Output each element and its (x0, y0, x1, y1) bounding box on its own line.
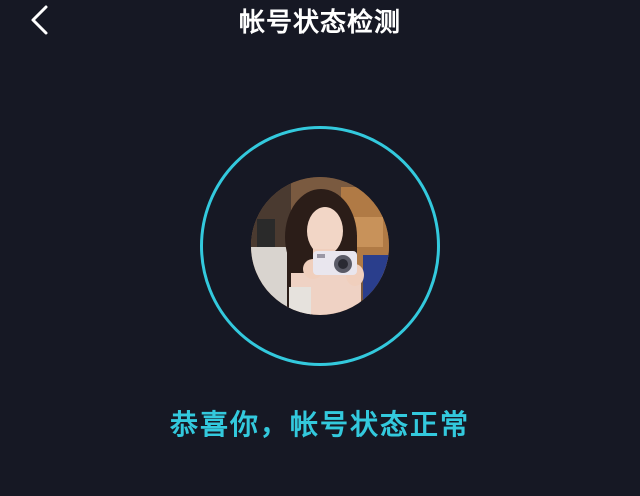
avatar-image (251, 177, 389, 315)
status-message: 恭喜你，帐号状态正常 (169, 408, 470, 441)
avatar (251, 177, 389, 315)
page-title: 帐号状态检测 (238, 8, 401, 38)
header-bar: 帐号状态检测 (0, 0, 640, 40)
account-status-screen: 帐号状态检测 恭喜你，帐号状态正常 (0, 0, 640, 496)
